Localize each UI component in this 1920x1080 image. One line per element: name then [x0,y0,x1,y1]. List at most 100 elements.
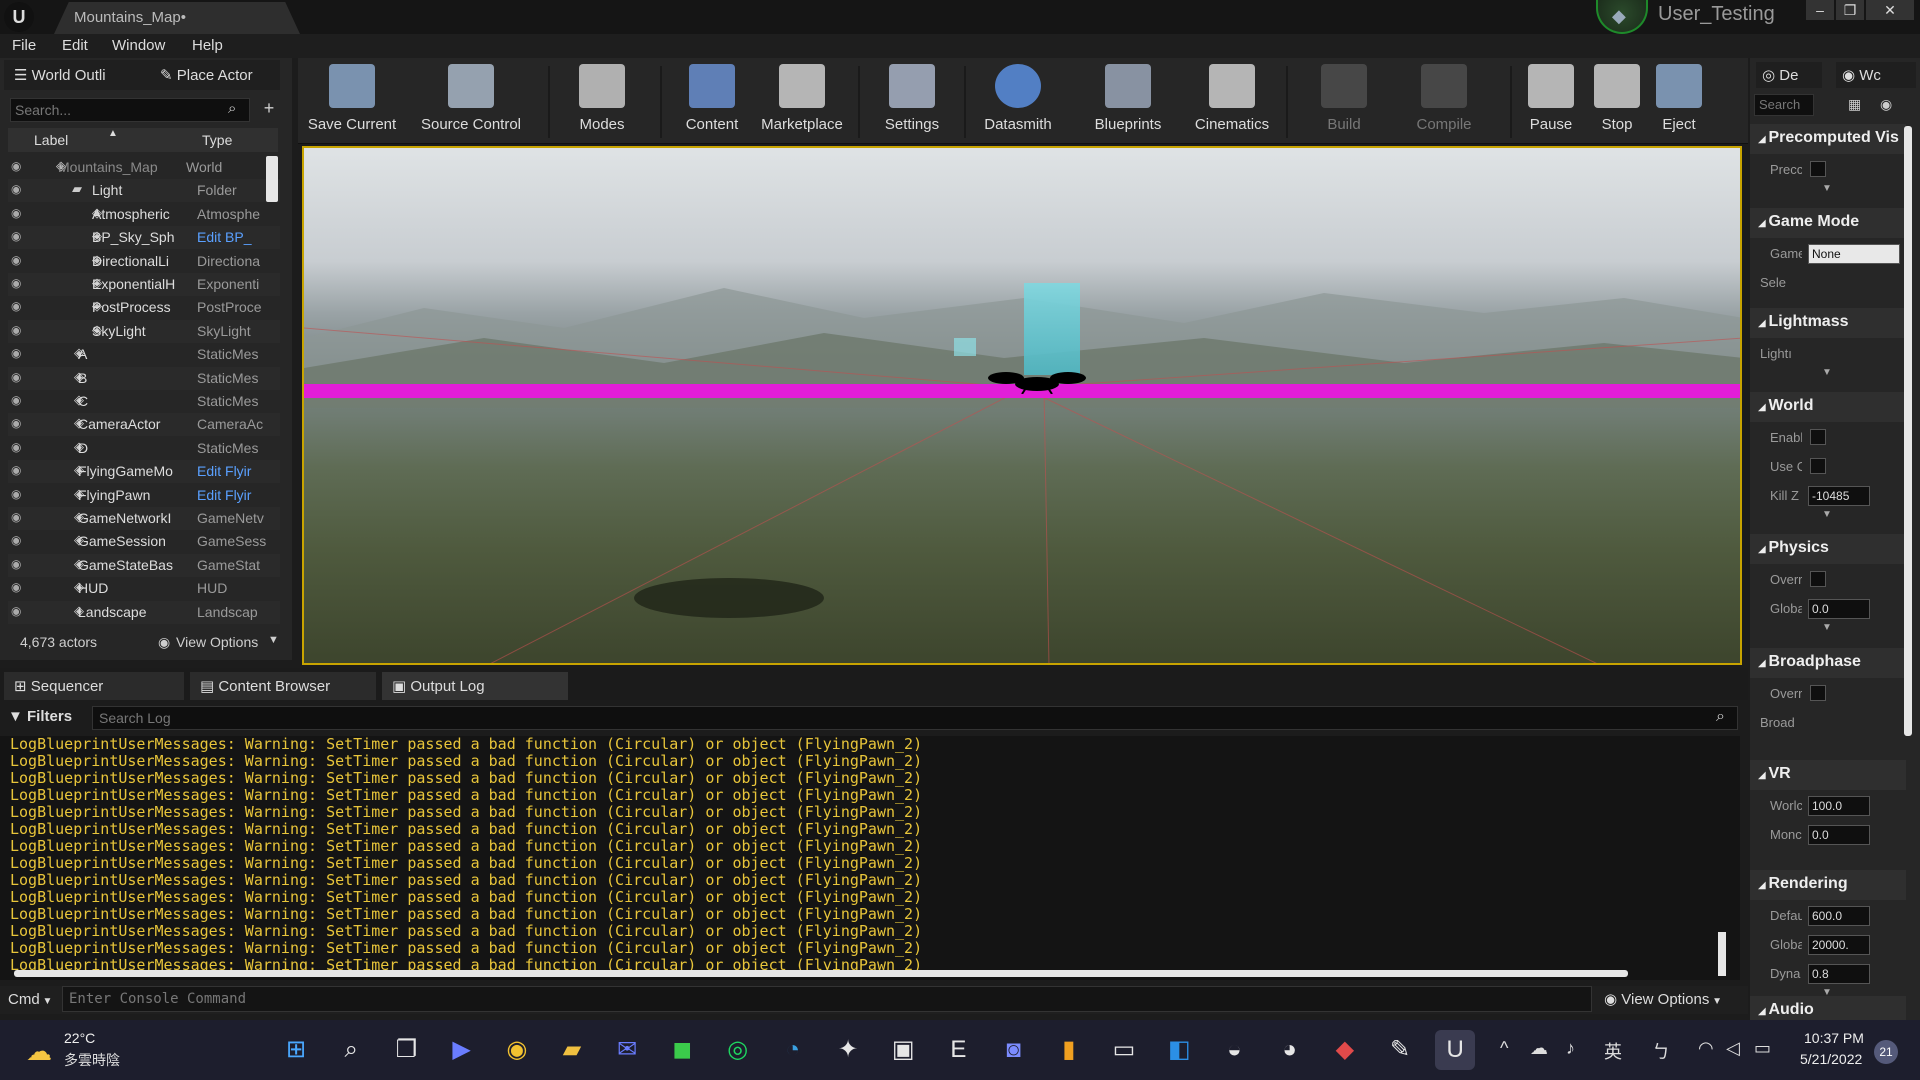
property-value-input[interactable]: 600.0 [1808,906,1870,926]
property-select[interactable]: None [1808,244,1900,264]
github-icon[interactable]: ◕ [1270,1030,1310,1070]
tab-output-log[interactable]: ▣ Output Log [382,672,568,700]
details-section-header[interactable]: ◢ Game Mode [1750,208,1906,238]
outliner-row[interactable]: ◉ ◈ Atmospheric Atmosphe [8,202,280,226]
source-control-button[interactable]: Source Control [412,62,530,142]
outliner-row[interactable]: ◉ ◈ GameNetworkI GameNetv [8,507,280,530]
advanced-expand-icon[interactable]: ▼ [1822,367,1832,378]
outliner-row[interactable]: ◉ ◈ ExponentialH Exponenti [8,273,280,296]
outliner-row[interactable]: ◉ ◈ A StaticMes [8,343,280,367]
details-section-header[interactable]: ◢ World [1750,392,1906,422]
visibility-eye-icon[interactable]: ◉ [11,370,31,386]
visibility-eye-icon[interactable]: ◉ [11,533,31,549]
property-value-input[interactable]: 0.0 [1808,825,1870,845]
property-value-input[interactable]: -10485 [1808,486,1870,506]
visibility-eye-icon[interactable]: ◉ [11,580,31,596]
property-value-input[interactable]: 20000. [1808,935,1870,955]
details-section-header[interactable]: ◢ Physics [1750,534,1906,564]
outliner-row[interactable]: ◉ ◈ C StaticMes [8,390,280,413]
label-column-header[interactable]: Label [34,132,68,148]
console-command-input[interactable]: Enter Console Command [62,986,1592,1012]
steam-icon[interactable]: ◒ [1214,1030,1254,1070]
property-value-input[interactable]: 0.8 [1808,964,1870,984]
visibility-eye-icon[interactable]: ◉ [11,276,31,292]
filters-dropdown[interactable]: ▼ Filters [8,708,72,725]
clock-time[interactable]: 10:37 PM [1804,1030,1864,1046]
property-checkbox[interactable] [1810,161,1826,177]
visibility-eye-icon[interactable]: ◉ [11,557,31,573]
tab-details[interactable]: ◎ De [1756,62,1822,88]
task-view-icon[interactable]: ❐ [386,1030,426,1070]
menu-edit[interactable]: Edit [62,37,88,54]
cmd-dropdown[interactable]: Cmd ▼ [8,991,52,1008]
outliner-row[interactable]: ◉ ◈ D StaticMes [8,436,280,460]
visibility-eye-icon[interactable]: ◉ [11,206,31,222]
advanced-expand-icon[interactable]: ▼ [1822,622,1832,633]
modes-button[interactable]: Modes [552,62,652,142]
outliner-scrollbar[interactable] [266,156,278,202]
save-current-button[interactable]: Save Current [302,62,402,142]
outliner-row[interactable]: ◉ ◈ Landscape Landscap [8,600,280,624]
battery-icon[interactable]: ▭ [1754,1038,1771,1059]
epic-games-icon[interactable]: E [938,1030,978,1070]
windows-start-icon[interactable]: ⊞ [276,1030,316,1070]
outliner-row[interactable]: ◉ ◈ BP_Sky_Sph Edit BP_ [8,226,280,250]
content-button[interactable]: Content [662,62,762,142]
unreal-launcher-icon[interactable]: ✦ [828,1030,868,1070]
eye-icon[interactable]: ◉ [1880,96,1892,113]
add-actor-icon[interactable]: + [256,98,282,122]
visibility-eye-icon[interactable]: ◉ [11,416,31,432]
roblox-icon[interactable]: ▣ [883,1030,923,1070]
unreal-editor-icon[interactable]: U [1435,1030,1476,1070]
build-button[interactable]: Build [1294,62,1394,142]
details-scrollbar[interactable] [1904,126,1912,736]
cinematics-button[interactable]: Cinematics [1182,62,1282,142]
outliner-row[interactable]: ◉ ◈ GameStateBas GameStat [8,553,280,577]
visibility-eye-icon[interactable]: ◉ [11,604,31,620]
volume-icon[interactable]: ◁ [1726,1038,1740,1059]
pause-button[interactable]: Pause [1518,62,1584,142]
advanced-expand-icon[interactable]: ▼ [1822,509,1832,520]
messenger-icon[interactable]: ✉ [607,1030,647,1070]
search-icon[interactable]: ⌕ [228,100,236,117]
visibility-eye-icon[interactable]: ◉ [11,253,31,269]
file-explorer-icon[interactable]: ▰ [552,1030,592,1070]
outliner-row[interactable]: ◉ ◈ SkyLight SkyLight [8,319,280,343]
visibility-eye-icon[interactable]: ◉ [11,182,31,198]
notes-icon[interactable]: ✎ [1380,1030,1420,1070]
ime-mode-icon[interactable]: ㄅ [1652,1038,1670,1064]
terminal-icon[interactable]: ▭ [1104,1030,1144,1070]
details-section-header[interactable]: ◢ Lightmass [1750,308,1906,338]
maximize-button[interactable]: ❐ [1836,0,1864,20]
edge-icon[interactable]: ◔ [773,1030,813,1070]
document-tab[interactable]: Mountains_Map• [54,2,300,34]
outliner-row[interactable]: ◉ ◈ DirectionalLi Directiona [8,249,280,273]
outliner-row[interactable]: ◉ ◈ Mountains_Map World [8,156,280,179]
details-section-header[interactable]: ◢ Rendering [1750,870,1906,900]
clock-date[interactable]: 5/21/2022 [1800,1051,1862,1067]
outliner-row[interactable]: ◉ ◈ PostProcess PostProce [8,296,280,320]
log-vertical-scrollbar[interactable] [1718,932,1726,976]
outliner-search-input[interactable]: Search... [10,98,250,122]
edit-blueprint-link[interactable]: Edit BP_ [197,229,267,245]
visibility-eye-icon[interactable]: ◉ [11,510,31,526]
visibility-eye-icon[interactable]: ◉ [11,159,31,175]
marketplace-button[interactable]: Marketplace [752,62,852,142]
visibility-eye-icon[interactable]: ◉ [11,346,31,362]
chevron-up-icon[interactable]: ^ [1500,1038,1508,1059]
app-icon[interactable]: ▮ [1049,1030,1089,1070]
property-checkbox[interactable] [1810,571,1826,587]
search-icon[interactable]: ⌕ [1716,708,1725,726]
eject-button[interactable]: Eject [1646,62,1712,142]
outliner-row[interactable]: ◉ ◈ B StaticMes [8,366,280,390]
weather-temp[interactable]: 22°C [64,1030,95,1046]
grid-icon[interactable]: ▦ [1848,96,1861,113]
cloud-icon[interactable]: ☁ [1530,1038,1548,1059]
spotify-icon[interactable]: ◎ [718,1030,758,1070]
details-section-header[interactable]: ◢ Precomputed Vis [1750,124,1906,154]
weather-icon[interactable]: ☁ [26,1036,52,1067]
log-horizontal-scrollbar[interactable] [14,970,1628,977]
minimize-button[interactable]: – [1806,0,1834,20]
outliner-row[interactable]: ◉ ◈ FlyingPawn Edit Flyir [8,483,280,507]
unreal-logo-icon[interactable]: U [4,2,34,32]
